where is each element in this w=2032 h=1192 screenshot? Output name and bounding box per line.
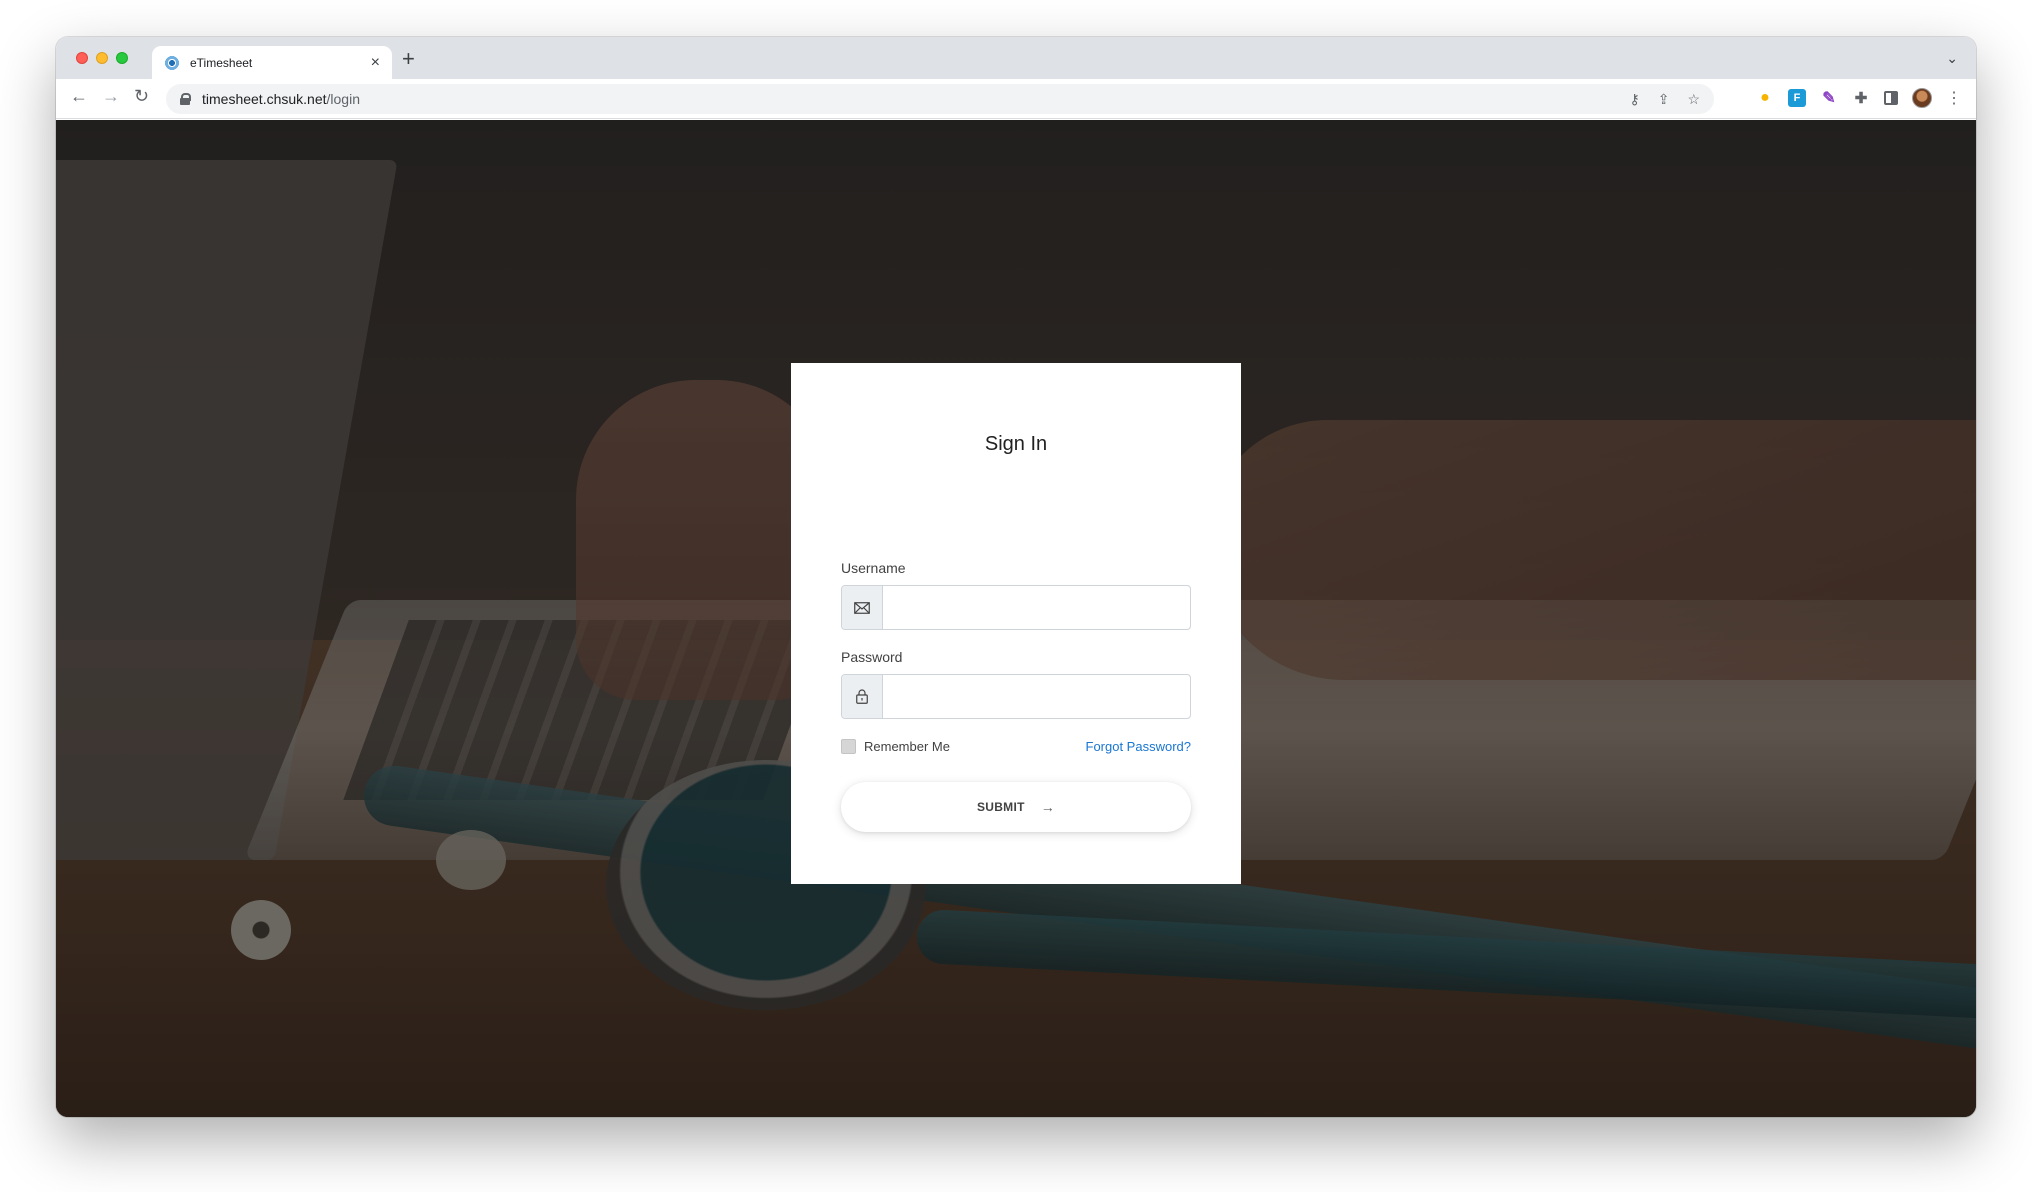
puzzle-extensions-icon[interactable]: ✚: [1852, 89, 1870, 107]
share-icon[interactable]: ⇪: [1658, 92, 1670, 106]
key-icon[interactable]: ⚷: [1629, 92, 1639, 106]
new-tab-button[interactable]: +: [402, 48, 415, 70]
page-viewport: Sign In Username Password Remember Me Fo…: [56, 120, 1976, 1117]
forgot-password-link[interactable]: Forgot Password?: [1086, 739, 1192, 754]
maximize-window-button[interactable]: [116, 52, 128, 64]
lightbulb-extension-icon[interactable]: ●: [1756, 89, 1774, 107]
forward-arrow-icon[interactable]: →: [102, 87, 120, 105]
url-host: timesheet.chsuk.net: [202, 91, 327, 107]
extensions-area: ● F ✎ ✚ ⋮: [1756, 88, 1962, 108]
tab-search-chevron-icon[interactable]: ⌄: [1946, 50, 1958, 67]
username-label: Username: [841, 560, 906, 576]
padlock-icon: [842, 675, 883, 718]
password-input-group: [841, 674, 1191, 719]
tab-title: eTimesheet: [190, 55, 253, 70]
sign-in-card: Sign In Username Password Remember Me Fo…: [791, 363, 1241, 884]
submit-label: SUBMIT: [976, 800, 1025, 814]
omnibox-actions: ⚷ ⇪ ☆: [1629, 92, 1700, 106]
lock-icon[interactable]: [180, 93, 191, 105]
tab-strip: eTimesheet × + ⌄: [56, 37, 1976, 79]
profile-avatar[interactable]: [1912, 88, 1932, 108]
tab-etimesheet[interactable]: eTimesheet ×: [152, 46, 392, 79]
arrow-right-icon: →: [1040, 799, 1056, 815]
browser-toolbar: ← → ↻ timesheet.chsuk.net /login ⚷ ⇪ ☆ ●…: [56, 79, 1976, 119]
side-panel-icon[interactable]: [1884, 91, 1898, 105]
pen-extension-icon[interactable]: ✎: [1820, 89, 1838, 107]
username-input[interactable]: [883, 586, 1190, 629]
tab-close-icon[interactable]: ×: [371, 54, 380, 71]
fb-extension-icon[interactable]: F: [1788, 89, 1806, 107]
url-path: /login: [326, 91, 360, 107]
back-arrow-icon[interactable]: ←: [70, 87, 88, 105]
envelope-icon: [842, 586, 883, 629]
submit-button[interactable]: SUBMIT →: [841, 782, 1191, 832]
remember-me-label: Remember Me: [864, 739, 950, 754]
close-window-button[interactable]: [76, 52, 88, 64]
minimize-window-button[interactable]: [96, 52, 108, 64]
password-label: Password: [841, 649, 903, 665]
username-input-group: [841, 585, 1191, 630]
site-favicon-icon: [164, 54, 180, 71]
page-title: Sign In: [984, 433, 1048, 455]
password-input[interactable]: [883, 675, 1190, 718]
browser-menu-icon[interactable]: ⋮: [1946, 88, 1962, 108]
address-bar[interactable]: timesheet.chsuk.net /login ⚷ ⇪ ☆: [166, 84, 1714, 114]
remember-me-checkbox[interactable]: [841, 739, 856, 754]
bookmark-star-icon[interactable]: ☆: [1687, 92, 1700, 106]
browser-window: eTimesheet × + ⌄ ← → ↻ timesheet.chsuk.n…: [56, 37, 1976, 1117]
remember-me[interactable]: Remember Me: [841, 739, 950, 754]
reload-icon[interactable]: ↻: [134, 87, 149, 105]
